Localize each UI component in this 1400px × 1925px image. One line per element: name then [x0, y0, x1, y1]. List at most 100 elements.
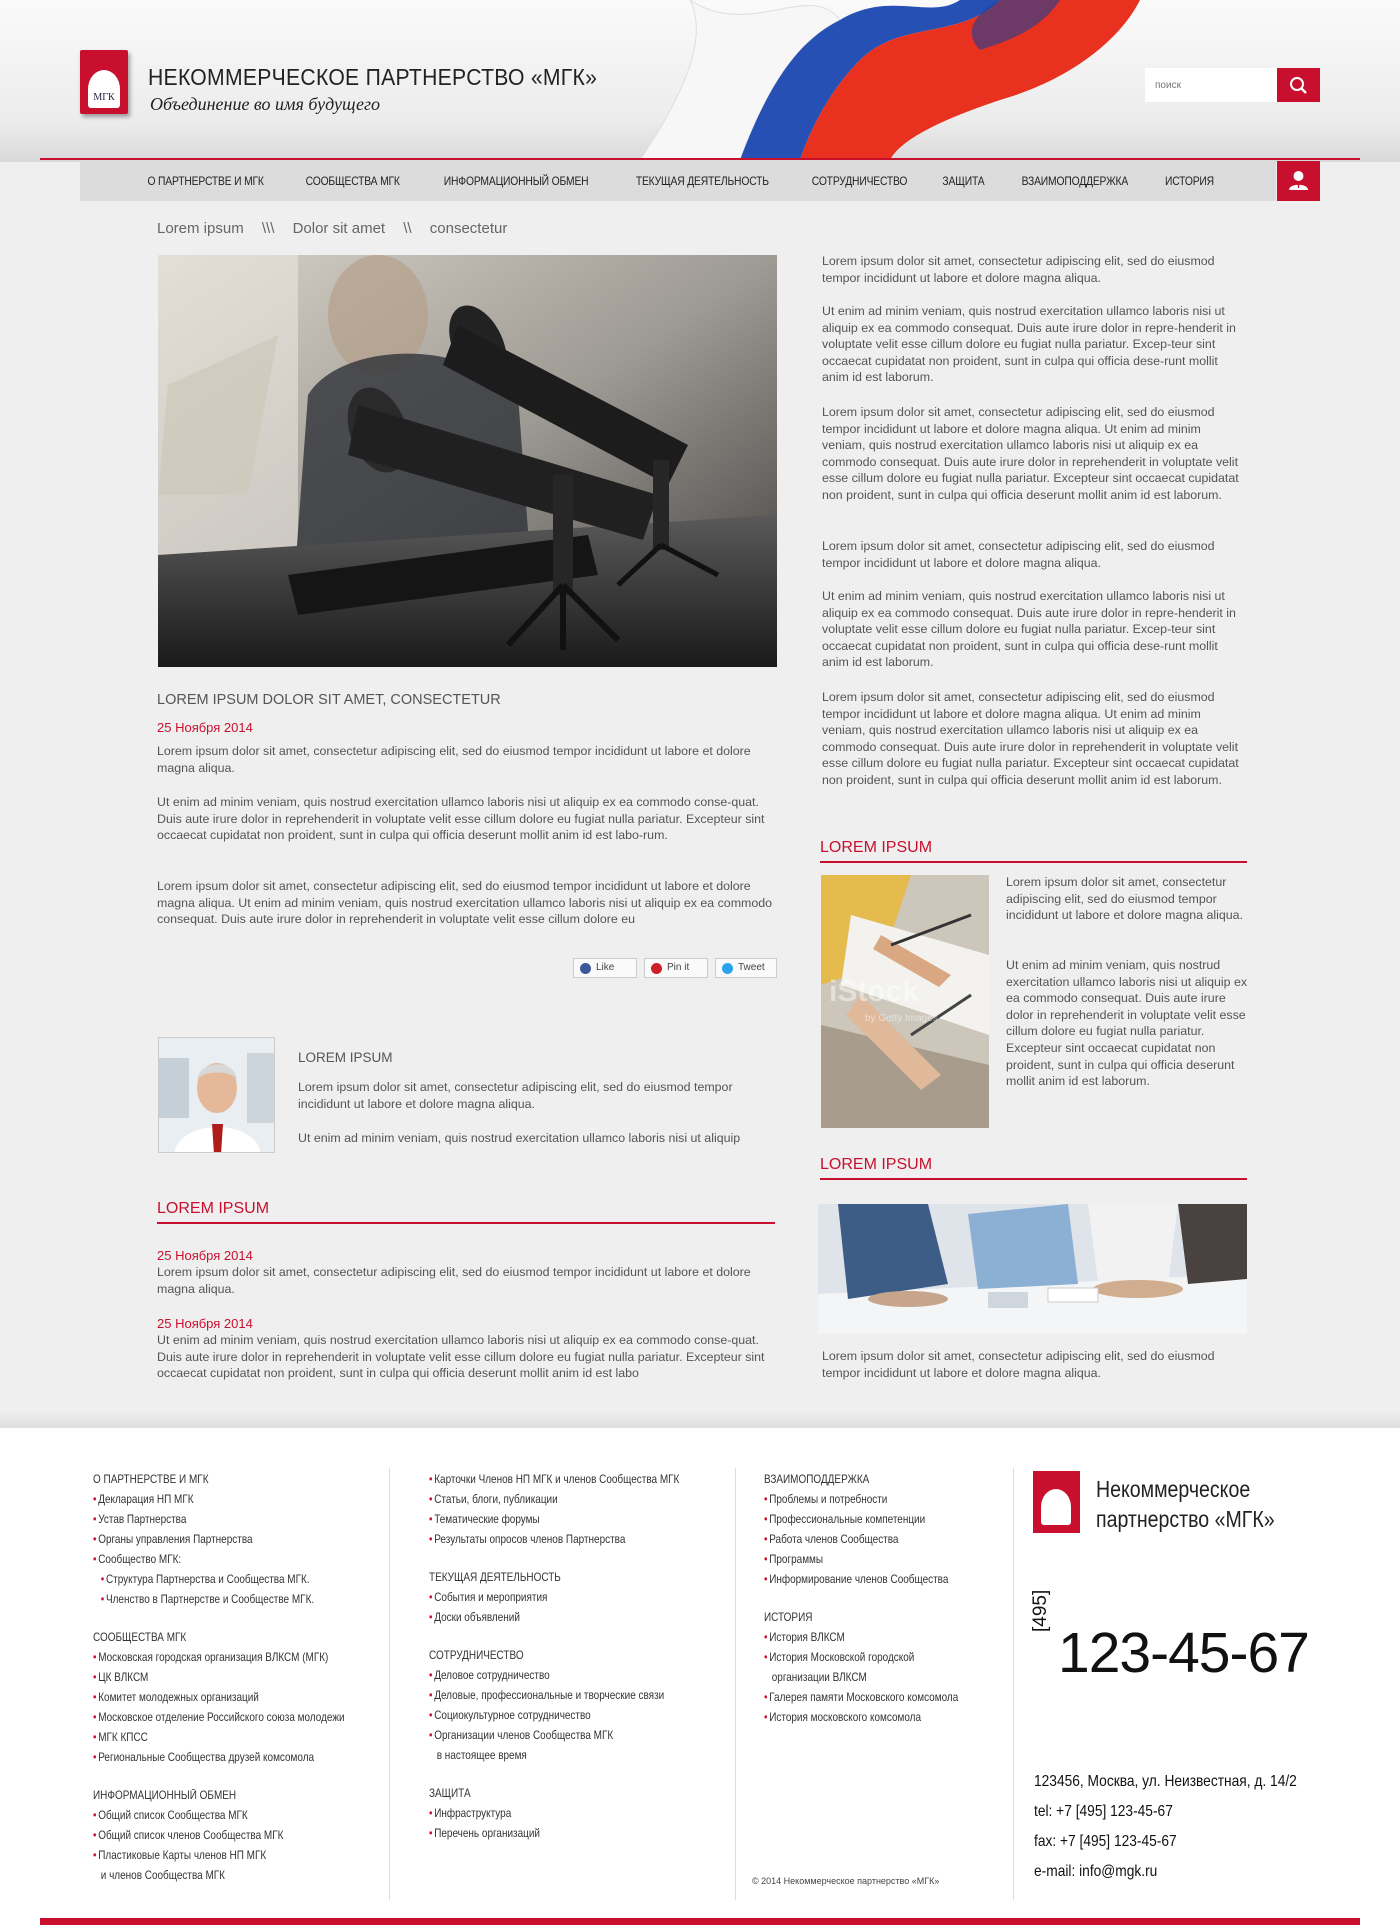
copyright: © 2014 Некоммерческое партнерство «МГК» [752, 1876, 940, 1886]
footer-link[interactable]: Доски объявлений [429, 1608, 679, 1628]
footer-link[interactable]: Галерея памяти Московского комсомола [764, 1688, 958, 1708]
footer-link[interactable]: Статьи, блоги, публикации [429, 1490, 679, 1510]
footer-link[interactable]: Проблемы и потребности [764, 1490, 958, 1510]
footer-link[interactable]: Социокультурное сотрудничество [429, 1706, 679, 1726]
nav-item-protection[interactable]: ЗАЩИТА [943, 161, 985, 201]
news-text[interactable]: Ut enim ad minim veniam, quis nostrud ex… [157, 1332, 777, 1382]
breadcrumb-item[interactable]: Lorem ipsum [157, 220, 244, 237]
right-paragraph: Lorem ipsum dolor sit amet, consectetur … [822, 539, 1215, 570]
footer-heading[interactable]: СОТРУДНИЧЕСТВО [429, 1646, 679, 1666]
article-title: LOREM IPSUM DOLOR SIT AMET, CONSECTETUR [157, 692, 501, 708]
footer-link[interactable]: Пластиковые Карты членов НП МГК [93, 1846, 345, 1866]
footer-link[interactable]: МГК КПСС [93, 1728, 345, 1748]
footer-link[interactable]: Перечень организаций [429, 1824, 679, 1844]
footer-link[interactable]: Структура Партнерства и Сообщества МГК. [93, 1570, 345, 1590]
footer-link[interactable]: Московская городская организация ВЛКСМ (… [93, 1648, 345, 1668]
footer-link[interactable]: Профессиональные компетенции [764, 1510, 958, 1530]
nav-item-current-activity[interactable]: ТЕКУЩАЯ ДЕЯТЕЛЬНОСТЬ [635, 161, 768, 201]
tweet-button[interactable]: Tweet [715, 958, 777, 978]
footer-link[interactable]: в настоящее время [429, 1746, 679, 1766]
pin-it-button[interactable]: Pin it [644, 958, 708, 978]
footer-logo[interactable] [1033, 1471, 1080, 1533]
footer-heading[interactable]: ТЕКУЩАЯ ДЕЯТЕЛЬНОСТЬ [429, 1568, 679, 1588]
footer-heading[interactable]: ВЗАИМОПОДДЕРЖКА [764, 1470, 958, 1490]
footer-shadow [0, 1410, 1400, 1430]
footer-link[interactable]: Тематические форумы [429, 1510, 679, 1530]
breadcrumb-separator: \\\ [261, 220, 275, 237]
nav-item-info-exchange[interactable]: ИНФОРМАЦИОННЫЙ ОБМЕН [444, 161, 589, 201]
nav-item-history[interactable]: ИСТОРИЯ [1165, 161, 1214, 201]
footer-link[interactable]: История ВЛКСМ [764, 1628, 958, 1648]
breadcrumb-item[interactable]: Dolor sit amet [293, 220, 386, 237]
phone-number[interactable]: 123-45-67 [1058, 1620, 1310, 1686]
phone-code: [495] [1030, 1589, 1051, 1632]
footer-divider [1013, 1468, 1014, 1900]
footer-link[interactable]: ЦК ВЛКСМ [93, 1668, 345, 1688]
site-title: НЕКОММЕРЧЕСКОЕ ПАРТНЕРСТВО «МГК» [148, 64, 598, 90]
tel[interactable]: tel: +7 [495] 123-45-67 [1034, 1803, 1173, 1821]
right-block-heading: LOREM IPSUM [820, 839, 1247, 863]
breadcrumb-item[interactable]: consectetur [430, 220, 508, 237]
like-button[interactable]: Like [573, 958, 637, 978]
nav-item-communities[interactable]: СООБЩЕСТВА МГК [306, 161, 400, 201]
article-date: 25 Ноября 2014 [157, 720, 253, 735]
right-paragraph: Lorem ipsum dolor sit amet, consectetur … [822, 690, 1239, 787]
nav-item-mutual-support[interactable]: ВЗАИМОПОДДЕРЖКА [1021, 161, 1128, 201]
right-paragraph: Lorem ipsum dolor sit amet, consectetur … [822, 254, 1215, 285]
footer-link[interactable]: События и мероприятия [429, 1588, 679, 1608]
footer-link[interactable]: Программы [764, 1550, 958, 1570]
footer-link[interactable]: Членство в Партнерстве и Сообществе МГК. [93, 1590, 345, 1610]
nav-item-cooperation[interactable]: СОТРУДНИЧЕСТВО [812, 161, 908, 201]
footer-link[interactable]: Органы управления Партнерства [93, 1530, 345, 1550]
footer-link[interactable]: Устав Партнерства [93, 1510, 345, 1530]
footer-link[interactable]: Общий список членов Сообщества МГК [93, 1826, 345, 1846]
logo[interactable]: МГК [80, 50, 128, 114]
news-date: 25 Ноября 2014 [157, 1316, 253, 1331]
footer-heading[interactable]: ИНФОРМАЦИОННЫЙ ОБМЕН [93, 1786, 345, 1806]
search-input[interactable] [1145, 68, 1277, 102]
right-block-paragraph: Lorem ipsum dolor sit amet, consectetur … [1006, 875, 1243, 923]
nav-item-about[interactable]: О ПАРТНЕРСТВЕ И МГК [148, 161, 264, 201]
footer-link[interactable]: Инфраструктура [429, 1804, 679, 1824]
person-paragraph: Ut enim ad minim veniam, quis nostrud ex… [298, 1131, 741, 1145]
footer-link[interactable]: Общий список Сообщества МГК [93, 1806, 345, 1826]
search-button[interactable] [1277, 68, 1320, 102]
footer-link[interactable]: Организации членов Сообщества МГК [429, 1726, 679, 1746]
footer-link[interactable]: Сообщество МГК: [93, 1550, 345, 1570]
footer-link[interactable]: История Московской городской [764, 1648, 958, 1668]
footer-org-name: Некоммерческое [1096, 1476, 1251, 1502]
twitter-icon [722, 963, 733, 974]
footer-link[interactable]: Московское отделение Российского союза м… [93, 1708, 344, 1728]
news-date: 25 Ноября 2014 [157, 1248, 253, 1263]
footer-column-3: ВЗАИМОПОДДЕРЖКАПроблемы и потребностиПро… [764, 1470, 990, 1728]
footer-link[interactable]: Деловые, профессиональные и творческие с… [429, 1686, 679, 1706]
main-nav: О ПАРТНЕРСТВЕ И МГК СООБЩЕСТВА МГК ИНФОР… [80, 161, 1276, 201]
stock-watermark-sub: by Getty Images [865, 1013, 938, 1024]
user-button[interactable] [1277, 161, 1320, 201]
footer-link[interactable]: Результаты опросов членов Партнерства [429, 1530, 679, 1550]
footer-link[interactable]: Деловое сотрудничество [429, 1666, 679, 1686]
footer-heading[interactable]: СООБЩЕСТВА МГК [93, 1628, 345, 1648]
right-paragraph: Ut enim ad minim veniam, quis nostrud ex… [822, 304, 1236, 385]
footer-heading[interactable]: ЗАЩИТА [429, 1784, 679, 1804]
news-text[interactable]: Lorem ipsum dolor sit amet, consectetur … [157, 1264, 777, 1297]
footer-link[interactable]: Декларация НП МГК [93, 1490, 345, 1510]
footer-bottom-bar [40, 1918, 1360, 1925]
like-label: Like [596, 962, 615, 973]
meeting-photo [818, 1204, 1247, 1334]
footer-link[interactable]: Работа членов Сообщества [764, 1530, 958, 1550]
flag-image [600, 0, 1160, 160]
footer-link[interactable]: Региональные Сообщества друзей комсомола [93, 1748, 345, 1768]
email[interactable]: e-mail: info@mgk.ru [1034, 1863, 1157, 1881]
footer-link[interactable]: История московского комсомола [764, 1708, 958, 1728]
footer-link[interactable]: и членов Сообщества МГК [93, 1866, 345, 1886]
footer-heading[interactable]: ИСТОРИЯ [764, 1608, 958, 1628]
pin-label: Pin it [667, 962, 690, 973]
footer-link[interactable]: организации ВЛКСМ [764, 1668, 958, 1688]
right-paragraph: Lorem ipsum dolor sit amet, consectetur … [822, 405, 1239, 502]
footer-link[interactable]: Комитет молодежных организаций [93, 1688, 345, 1708]
footer-link[interactable]: Карточки Членов НП МГК и членов Сообщест… [429, 1470, 679, 1490]
footer-heading[interactable]: О ПАРТНЕРСТВЕ И МГК [93, 1470, 345, 1490]
footer-link[interactable]: Информирование членов Сообщества [764, 1570, 958, 1590]
header-divider [40, 158, 1360, 160]
